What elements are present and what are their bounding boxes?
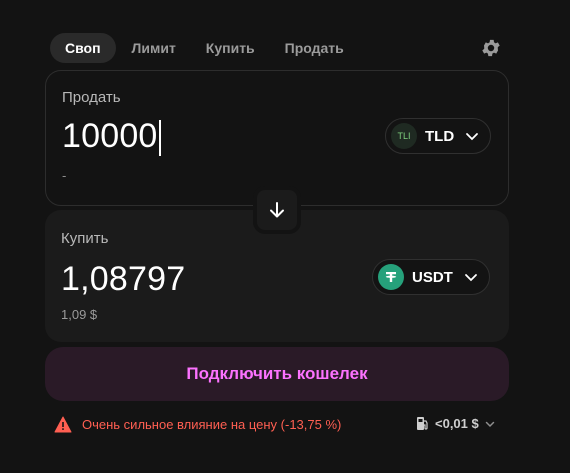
tab-sell[interactable]: Продать [271,33,358,63]
arrow-down-icon [270,202,284,218]
chevron-down-icon [464,274,477,282]
buy-amount-value[interactable]: 1,08797 [61,260,185,299]
tab-buy[interactable]: Купить [192,33,269,63]
chevron-down-icon [466,133,479,141]
warning-triangle-icon [54,416,72,433]
fuel-pump-icon [417,417,428,430]
sell-amount-input[interactable]: 10000 [62,117,161,157]
tab-swap[interactable]: Своп [50,33,116,63]
gear-icon[interactable] [480,37,502,59]
chevron-down-icon [485,421,494,427]
connect-wallet-button[interactable]: Подключить кошелек [45,347,509,401]
tld-token-icon: TLI [391,123,417,149]
sell-token-symbol: TLD [425,127,455,145]
sell-label: Продать [62,89,121,106]
sell-amount-value: 10000 [62,117,158,155]
buy-token-selector[interactable]: USDT [372,259,490,295]
swap-direction-button[interactable] [253,186,301,234]
gas-value: <0,01 $ [435,416,479,431]
buy-token-symbol: USDT [412,268,453,286]
buy-label: Купить [61,230,109,247]
warning-text: Очень сильное влияние на цену (-13,75 %) [82,417,342,432]
sell-usd-value: - [62,168,67,183]
swap-tabs: Своп Лимит Купить Продать [50,33,358,63]
buy-usd-value: 1,09 $ [61,307,98,322]
text-caret [158,120,161,157]
usdt-token-icon [378,264,404,290]
sell-token-selector[interactable]: TLI TLD [385,118,492,154]
price-impact-warning: Очень сильное влияние на цену (-13,75 %) [54,416,341,433]
gas-estimate[interactable]: <0,01 $ [416,416,496,431]
tab-limit[interactable]: Лимит [118,33,190,63]
